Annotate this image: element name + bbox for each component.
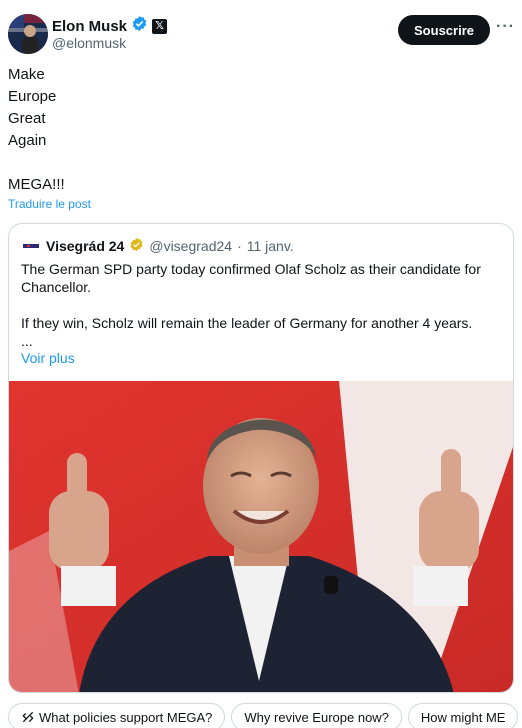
more-options-icon[interactable]: ··· — [496, 19, 514, 38]
quoted-avatar[interactable] — [21, 236, 41, 256]
grok-icon — [22, 711, 34, 723]
quoted-post-text: The German SPD party today confirmed Ola… — [21, 260, 501, 350]
post-line: Again — [8, 132, 47, 149]
quoted-post-image[interactable] — [9, 381, 513, 692]
verified-gold-badge-icon — [129, 237, 144, 255]
post-line: MEGA!!! — [8, 176, 65, 193]
post-line: Make — [8, 66, 45, 83]
post-line: Europe — [8, 88, 57, 105]
separator-dot: · — [237, 238, 242, 254]
post-text: Make Europe Great Again MEGA!!! — [8, 64, 65, 196]
subscribe-button[interactable]: Souscrire — [398, 15, 490, 45]
verified-badge-icon — [131, 15, 148, 37]
grok-chip[interactable]: Why revive Europe now? — [231, 703, 402, 728]
grok-chip-label: Why revive Europe now? — [244, 709, 389, 725]
quoted-post-date[interactable]: 11 janv. — [247, 238, 294, 254]
show-more-link[interactable]: Voir plus — [21, 350, 75, 366]
author-avatar[interactable] — [8, 14, 48, 54]
quoted-ellipsis: ... — [21, 333, 33, 349]
quoted-author-name[interactable]: Visegrád 24 — [46, 238, 124, 254]
grok-suggestions: What policies support MEGA? Why revive E… — [8, 703, 519, 728]
post-line: Great — [8, 110, 46, 127]
quoted-post-header: Visegrád 24 @visegrad24 · 11 janv. — [21, 236, 294, 256]
quoted-paragraph: If they win, Scholz will remain the lead… — [21, 315, 473, 331]
author-name[interactable]: Elon Musk — [52, 18, 127, 35]
grok-chip-label: How might ME — [420, 709, 506, 725]
quoted-paragraph: The German SPD party today confirmed Ola… — [21, 261, 481, 295]
post-header: Elon Musk 𝕏 @elonmusk Souscrire ··· — [8, 14, 514, 54]
grok-chip-label: What policies support MEGA? — [39, 709, 213, 725]
quoted-author-handle[interactable]: @visegrad24 — [149, 238, 232, 254]
author-handle[interactable]: @elonmusk — [52, 35, 126, 51]
post-line — [8, 152, 65, 174]
translate-link[interactable]: Traduire le post — [8, 197, 91, 211]
grok-chip[interactable]: What policies support MEGA? — [8, 703, 226, 728]
grok-chip[interactable]: How might ME — [407, 703, 519, 728]
quoted-post[interactable]: Visegrád 24 @visegrad24 · 11 janv. The G… — [8, 223, 514, 693]
x-affiliation-icon: 𝕏 — [152, 18, 168, 34]
